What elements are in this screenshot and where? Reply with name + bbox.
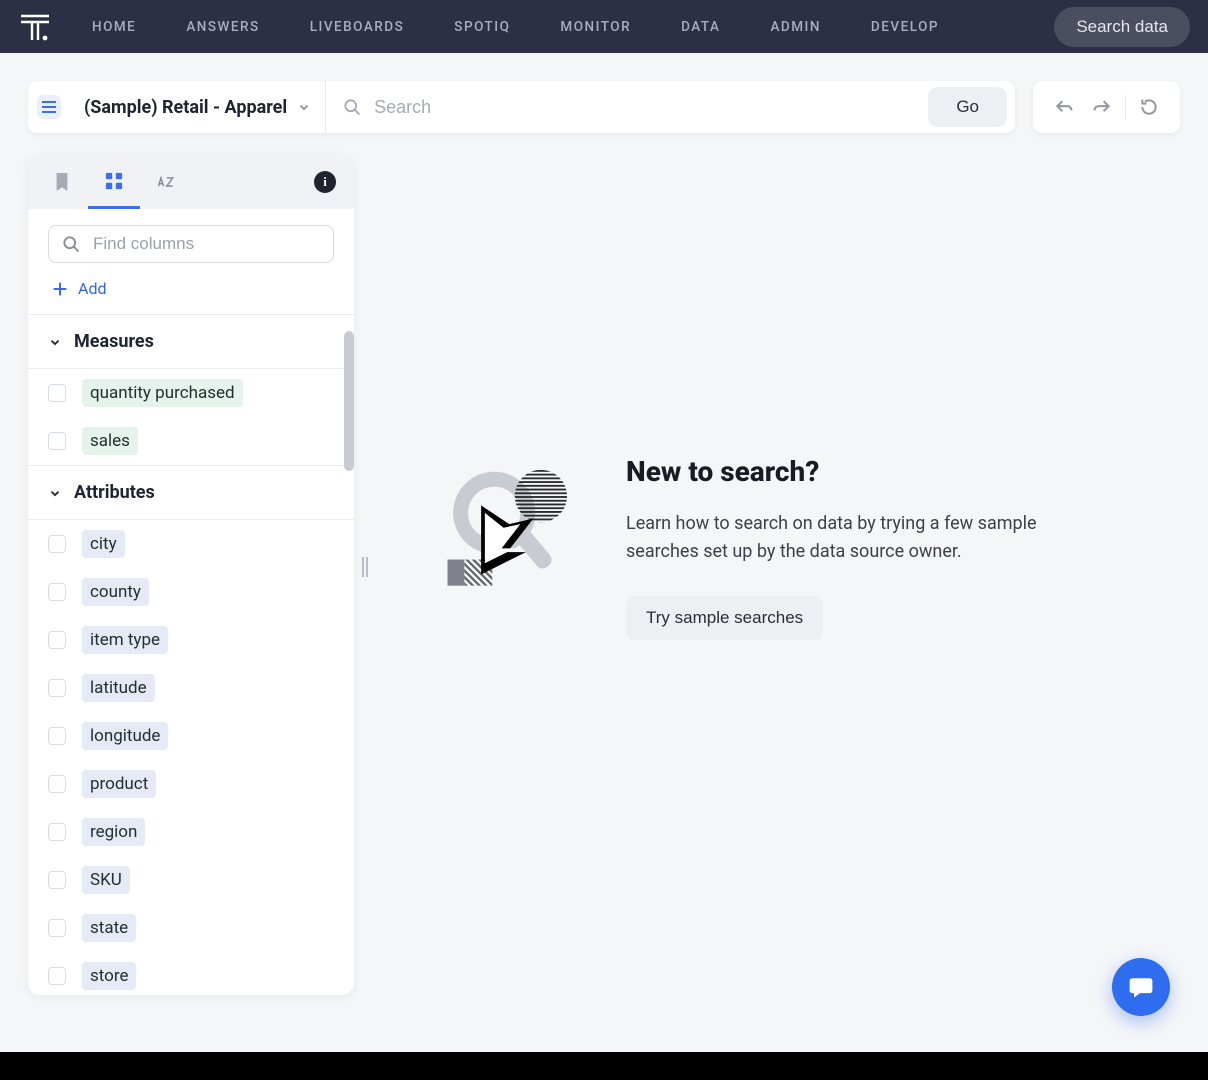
column-pill[interactable]: quantity purchased [82, 379, 243, 407]
checkbox[interactable] [48, 967, 66, 985]
top-nav: HOME ANSWERS LIVEBOARDS SPOTIQ MONITOR D… [0, 0, 1208, 53]
list-item: county [28, 568, 354, 616]
column-pill[interactable]: product [82, 770, 156, 798]
checkbox[interactable] [48, 631, 66, 649]
list-item: latitude [28, 664, 354, 712]
checkbox[interactable] [48, 535, 66, 553]
column-pill[interactable]: SKU [82, 866, 130, 894]
measures-list: quantity purchased sales [28, 368, 354, 465]
add-button[interactable]: Add [28, 267, 354, 314]
nav-liveboards[interactable]: LIVEBOARDS [310, 19, 405, 35]
column-pill[interactable]: county [82, 578, 149, 606]
footer-bar [0, 1052, 1208, 1080]
find-columns-container [48, 225, 334, 263]
undo-button[interactable] [1045, 88, 1083, 126]
section-title: Measures [74, 331, 154, 352]
empty-heading: New to search? [626, 455, 1046, 488]
checkbox[interactable] [48, 679, 66, 697]
attributes-list: city county item type latitude longitude… [28, 519, 354, 995]
checkbox[interactable] [48, 583, 66, 601]
scrollbar[interactable] [344, 331, 354, 471]
list-item: store [28, 952, 354, 995]
column-pill[interactable]: city [82, 530, 125, 558]
data-panel-tabs: i [28, 155, 354, 209]
find-columns-input[interactable] [93, 234, 321, 254]
info-icon[interactable]: i [314, 171, 336, 193]
list-item: city [28, 520, 354, 568]
empty-body: Learn how to search on data by trying a … [626, 510, 1046, 566]
redo-button[interactable] [1083, 88, 1121, 126]
column-pill[interactable]: store [82, 962, 136, 990]
data-panel: i Add Measures [28, 155, 354, 995]
empty-state-graphic [436, 455, 586, 595]
reset-button[interactable] [1130, 88, 1168, 126]
list-item: quantity purchased [28, 369, 354, 417]
checkbox[interactable] [48, 871, 66, 889]
chevron-down-icon [48, 335, 62, 349]
add-label: Add [78, 279, 106, 298]
list-item: state [28, 904, 354, 952]
datasource-selector[interactable]: (Sample) Retail - Apparel [70, 81, 326, 133]
nav-data[interactable]: DATA [681, 19, 720, 35]
nav-develop[interactable]: DEVELOP [871, 19, 939, 35]
search-icon [342, 97, 362, 117]
tab-az[interactable] [140, 155, 192, 209]
list-item: product [28, 760, 354, 808]
chevron-down-icon [48, 486, 62, 500]
section-title: Attributes [74, 482, 155, 503]
history-controls [1033, 81, 1180, 133]
list-item: longitude [28, 712, 354, 760]
column-pill[interactable]: longitude [82, 722, 168, 750]
nav-monitor[interactable]: MONITOR [560, 19, 631, 35]
search-input[interactable] [374, 97, 912, 118]
column-pill[interactable]: region [82, 818, 145, 846]
checkbox[interactable] [48, 727, 66, 745]
nav-answers[interactable]: ANSWERS [186, 19, 259, 35]
search-data-button[interactable]: Search data [1054, 7, 1190, 47]
divider [1125, 95, 1126, 119]
datasource-name: (Sample) Retail - Apparel [84, 97, 287, 118]
column-pill[interactable]: state [82, 914, 136, 942]
nav-spotiq[interactable]: SPOTIQ [454, 19, 510, 35]
tab-bookmarks[interactable] [36, 155, 88, 209]
chevron-down-icon [297, 100, 311, 114]
search-bar: (Sample) Retail - Apparel Go [28, 81, 1015, 133]
list-item: SKU [28, 856, 354, 904]
checkbox[interactable] [48, 384, 66, 402]
try-sample-button[interactable]: Try sample searches [626, 596, 823, 640]
search-icon [61, 234, 81, 254]
column-pill[interactable]: sales [82, 427, 138, 455]
nav-home[interactable]: HOME [92, 19, 136, 35]
tab-grid[interactable] [88, 155, 140, 209]
section-measures-header[interactable]: Measures [28, 314, 354, 368]
checkbox[interactable] [48, 775, 66, 793]
nav-items: HOME ANSWERS LIVEBOARDS SPOTIQ MONITOR D… [92, 19, 939, 35]
column-pill[interactable]: item type [82, 626, 168, 654]
app-logo[interactable] [18, 10, 52, 44]
chat-launcher[interactable] [1112, 958, 1170, 1016]
datasource-panel-toggle[interactable] [28, 95, 70, 119]
checkbox[interactable] [48, 432, 66, 450]
column-pill[interactable]: latitude [82, 674, 155, 702]
empty-state: New to search? Learn how to search on da… [376, 155, 1180, 995]
panel-resize-handle[interactable] [354, 555, 376, 579]
checkbox[interactable] [48, 919, 66, 937]
section-attributes-header[interactable]: Attributes [28, 465, 354, 519]
nav-admin[interactable]: ADMIN [770, 19, 820, 35]
list-item: item type [28, 616, 354, 664]
list-item: sales [28, 417, 354, 465]
list-item: region [28, 808, 354, 856]
go-button[interactable]: Go [928, 87, 1007, 127]
plus-icon [52, 281, 68, 297]
checkbox[interactable] [48, 823, 66, 841]
